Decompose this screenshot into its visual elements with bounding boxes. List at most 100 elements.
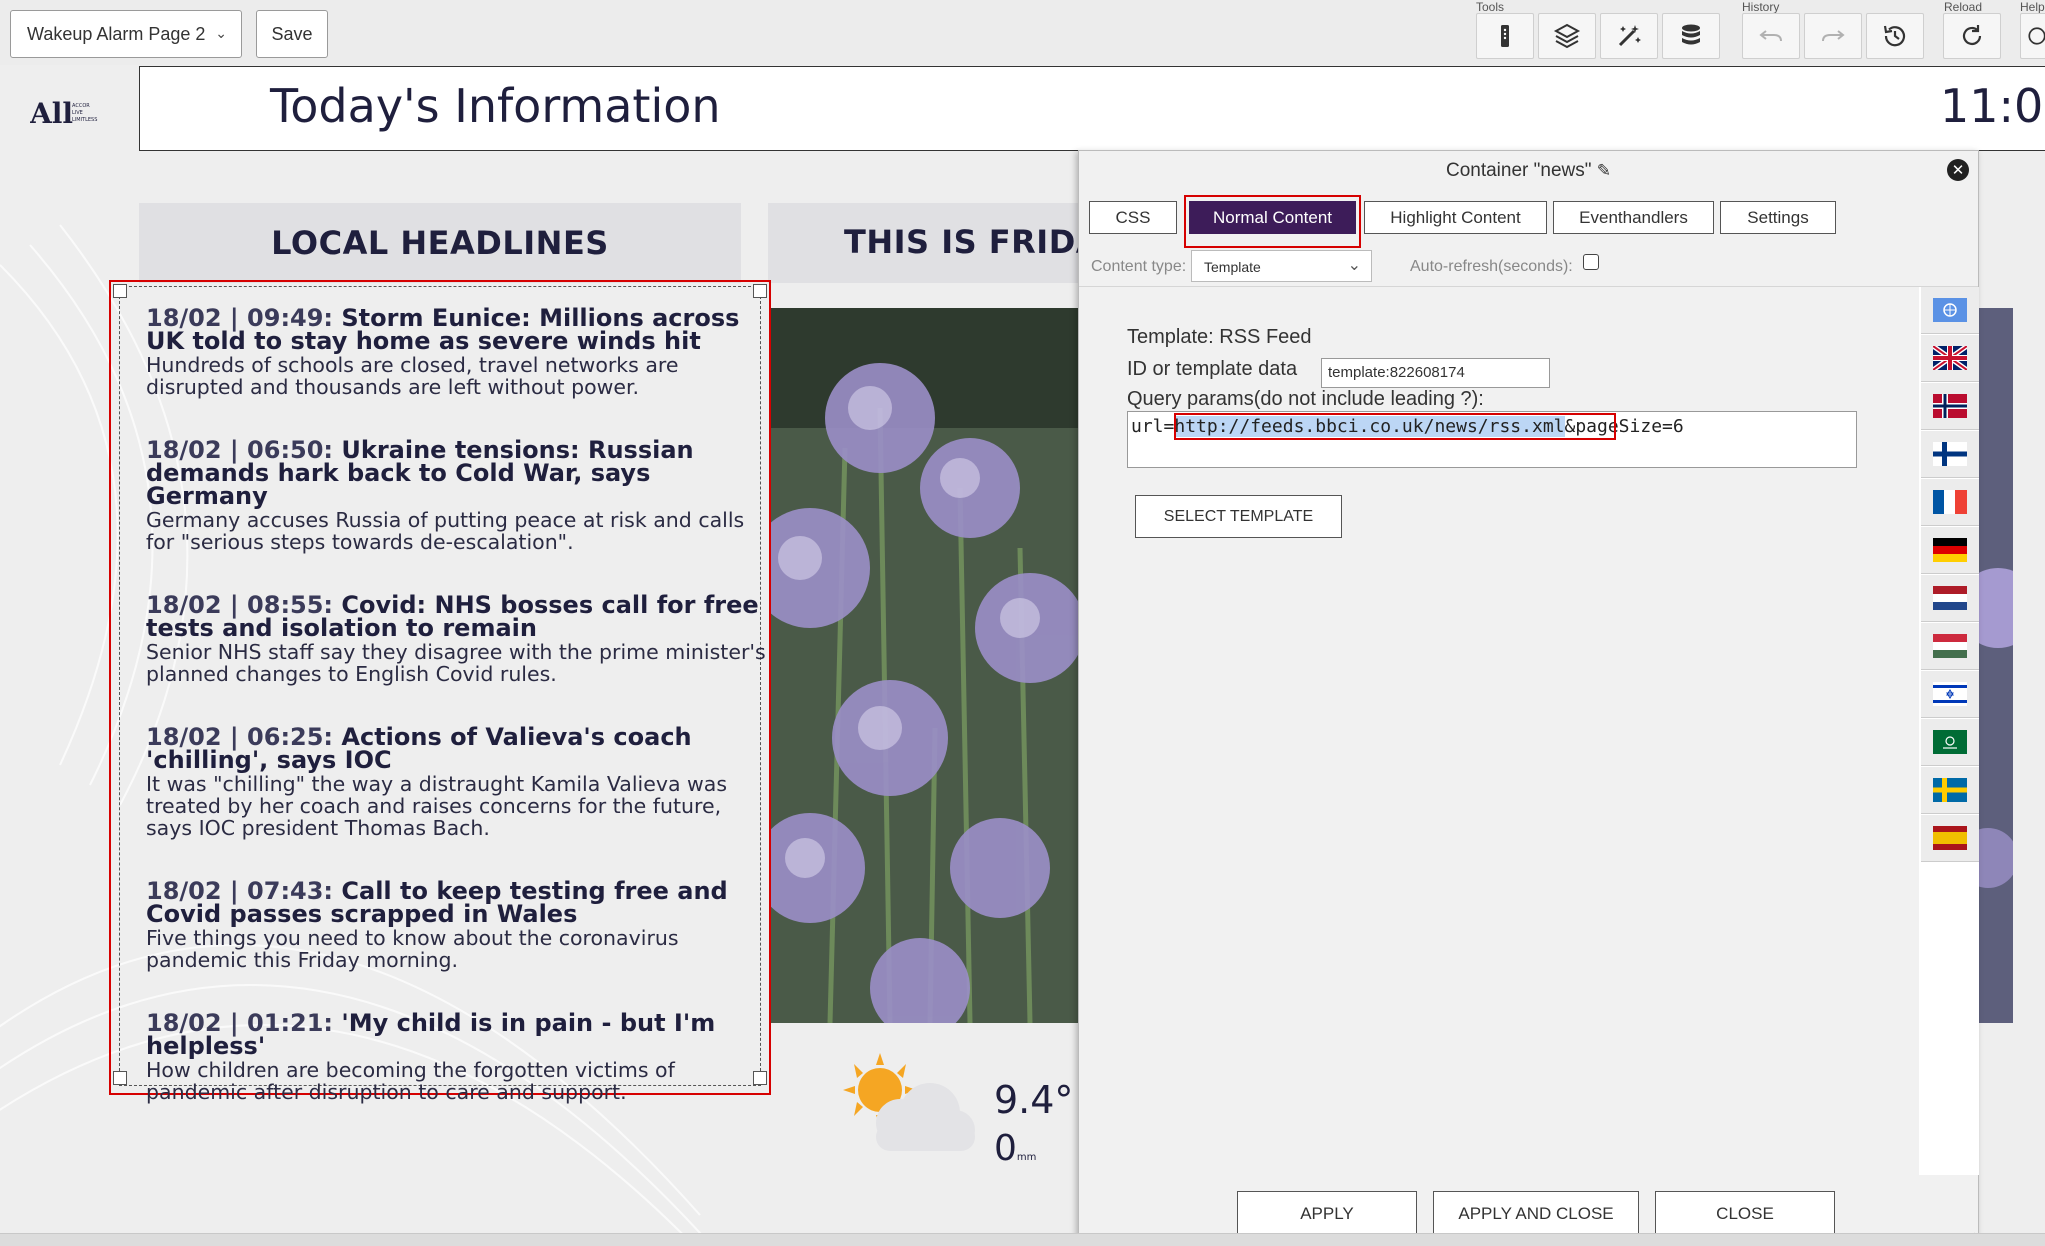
database-button[interactable]	[1662, 13, 1720, 59]
resize-handle-top-right[interactable]	[753, 284, 767, 298]
svg-text:LIVE: LIVE	[72, 110, 83, 116]
bottom-scrollbar[interactable]	[0, 1233, 2045, 1246]
news-desc: Senior NHS staff say they disagree with …	[146, 640, 766, 686]
saudi-flag-icon	[1933, 730, 1967, 754]
template-title: Template: RSS Feed	[1127, 326, 1312, 348]
dialog-title: Container "news" ✎	[1079, 160, 1978, 182]
news-item[interactable]: 18/02 | 01:21: 'My child is in pain - bu…	[146, 1011, 766, 1104]
page-select-value: Wakeup Alarm Page 2	[27, 23, 206, 44]
tab-settings[interactable]: Settings	[1720, 201, 1836, 234]
netherlands-flag-icon	[1933, 586, 1967, 610]
hungary-flag-icon	[1933, 634, 1967, 658]
weather-temperature: 9.4°	[994, 1078, 1074, 1122]
news-item[interactable]: 18/02 | 06:25: Actions of Valieva's coac…	[146, 725, 766, 839]
flower-photo	[770, 308, 1080, 1023]
news-item[interactable]: 18/02 | 09:49: Storm Eunice: Millions ac…	[146, 306, 766, 399]
weather-rain-value: 0	[994, 1128, 1017, 1169]
undo-button[interactable]	[1742, 13, 1800, 59]
language-hu[interactable]	[1921, 623, 1979, 670]
language-no[interactable]	[1921, 383, 1979, 430]
clock: 11:00	[1940, 79, 2045, 133]
device-icon	[1501, 25, 1509, 47]
query-prefix: url=	[1131, 416, 1175, 437]
language-sidebar	[1919, 287, 1979, 1175]
save-button[interactable]: Save	[256, 10, 328, 58]
norway-flag-icon	[1933, 394, 1967, 418]
tools-group-label: Tools	[1476, 0, 1505, 14]
undo-icon	[1759, 30, 1782, 42]
auto-refresh-label: Auto-refresh(seconds):	[1410, 258, 1573, 275]
news-item[interactable]: 18/02 | 06:50: Ukraine tensions: Russian…	[146, 438, 766, 553]
close-button[interactable]: CLOSE	[1655, 1191, 1835, 1236]
device-button[interactable]	[1476, 13, 1534, 59]
auto-refresh-checkbox[interactable]	[1583, 254, 1599, 270]
dialog-title-text: Container "news"	[1445, 160, 1592, 181]
news-item[interactable]: 18/02 | 07:43: Call to keep testing free…	[146, 879, 766, 972]
history-icon	[1883, 25, 1906, 47]
language-sv[interactable]	[1921, 767, 1979, 814]
spain-flag-icon	[1933, 826, 1967, 850]
language-fr[interactable]	[1921, 479, 1979, 526]
close-icon[interactable]: ✕	[1947, 159, 1969, 181]
brand-logo: All ACCOR LIVE LIMITLESS	[30, 97, 97, 130]
news-desc: Hundreds of schools are closed, travel n…	[146, 353, 679, 399]
weather-rain-unit: mm	[1016, 1152, 1037, 1163]
magic-wand-button[interactable]	[1600, 13, 1658, 59]
language-fi[interactable]	[1921, 431, 1979, 478]
layers-button[interactable]	[1538, 13, 1596, 59]
tab-eventhandlers[interactable]: Eventhandlers	[1553, 201, 1714, 234]
layers-icon	[1553, 23, 1581, 49]
weather-rain: 0mm	[994, 1128, 1036, 1169]
language-nl[interactable]	[1921, 575, 1979, 622]
help-icon	[2028, 27, 2045, 45]
magic-wand-icon	[1618, 25, 1641, 47]
help-button[interactable]	[2020, 13, 2045, 59]
news-list: 18/02 | 09:49: Storm Eunice: Millions ac…	[146, 306, 766, 1144]
news-container[interactable]: 18/02 | 09:49: Storm Eunice: Millions ac…	[119, 286, 766, 1103]
flower-photo-right	[1978, 308, 2013, 1023]
germany-flag-icon	[1933, 538, 1967, 562]
chevron-down-icon: ⌄	[1347, 257, 1361, 274]
template-id-input[interactable]: template:822608174	[1321, 358, 1550, 388]
query-params-label: Query params(do not include leading ?):	[1127, 388, 1484, 410]
news-container-selection[interactable]: 18/02 | 09:49: Storm Eunice: Millions ac…	[109, 280, 771, 1103]
uk-flag-icon	[1933, 346, 1967, 370]
israel-flag-icon	[1933, 682, 1967, 706]
news-item[interactable]: 18/02 | 08:55: Covid: NHS bosses call fo…	[146, 593, 766, 686]
sweden-flag-icon	[1933, 778, 1967, 802]
france-flag-icon	[1933, 490, 1967, 514]
language-he[interactable]	[1921, 671, 1979, 718]
content-type-label: Content type:	[1091, 258, 1187, 275]
page-select[interactable]: Wakeup Alarm Page 2 ⌄	[10, 10, 242, 58]
redo-icon	[1822, 30, 1845, 42]
language-un[interactable]	[1921, 287, 1979, 334]
tab-css[interactable]: CSS	[1089, 201, 1177, 234]
select-template-button[interactable]: SELECT TEMPLATE	[1135, 495, 1342, 538]
resize-handle-top-left[interactable]	[113, 284, 127, 298]
reload-button[interactable]	[1943, 13, 2001, 59]
url-highlight-annotation	[1174, 413, 1616, 440]
redo-button[interactable]	[1804, 13, 1862, 59]
news-desc: Five things you need to know about the c…	[146, 926, 679, 972]
svg-text:All: All	[30, 97, 73, 130]
resize-handle-bottom-left[interactable]	[113, 1071, 127, 1085]
edit-name-icon[interactable]: ✎	[1597, 161, 1611, 180]
container-editor-dialog: Container "news" ✎ ✕ CSS Normal Content …	[1078, 150, 1979, 1246]
chevron-down-icon: ⌄	[215, 25, 227, 41]
language-de[interactable]	[1921, 527, 1979, 574]
un-flag-icon	[1933, 298, 1967, 322]
apply-and-close-button[interactable]: APPLY AND CLOSE	[1433, 1191, 1639, 1236]
svg-text:LIMITLESS: LIMITLESS	[72, 117, 97, 123]
history-button[interactable]	[1866, 13, 1924, 59]
content-type-select[interactable]: Template ⌄	[1191, 250, 1372, 282]
top-toolbar: Wakeup Alarm Page 2 ⌄ Save Tools History…	[0, 0, 2045, 65]
language-es[interactable]	[1921, 815, 1979, 862]
language-ar[interactable]	[1921, 719, 1979, 766]
title-banner: Today's Information 11:00	[139, 66, 2045, 151]
resize-handle-bottom-right[interactable]	[753, 1071, 767, 1085]
news-desc: How children are becoming the forgotten …	[146, 1058, 675, 1104]
page-title: Today's Information	[270, 79, 721, 133]
language-en[interactable]	[1921, 335, 1979, 382]
tab-highlight-content[interactable]: Highlight Content	[1364, 201, 1547, 234]
apply-button[interactable]: APPLY	[1237, 1191, 1417, 1236]
